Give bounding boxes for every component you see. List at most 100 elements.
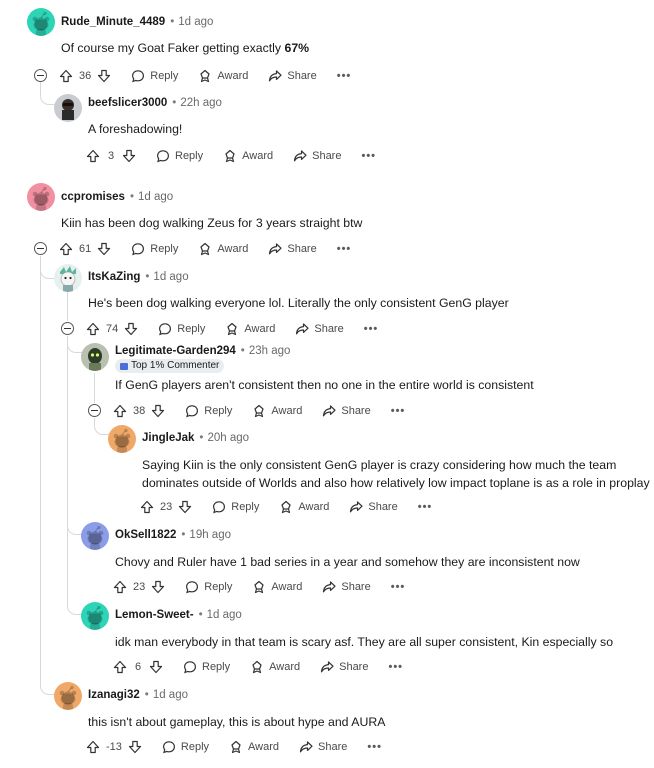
more-options-button[interactable]: •••	[361, 150, 376, 162]
upvote-icon[interactable]	[113, 404, 127, 418]
avatar[interactable]	[54, 94, 82, 122]
more-options-button[interactable]: •••	[391, 581, 406, 593]
avatar[interactable]	[27, 8, 55, 36]
timestamp[interactable]: 19h ago	[189, 529, 231, 541]
reply-button[interactable]: Reply	[185, 580, 232, 594]
avatar[interactable]	[54, 682, 82, 710]
award-icon	[198, 69, 212, 83]
comment-body: Of course my Goat Faker getting exactly …	[61, 40, 309, 58]
avatar[interactable]	[81, 522, 109, 550]
comment-meta: Legitimate-Garden294 • 23h ago	[115, 343, 290, 359]
comment-body: idk man everybody in that team is scary …	[115, 634, 613, 652]
reply-button[interactable]: Reply	[183, 660, 230, 674]
award-button[interactable]: Award	[198, 69, 248, 83]
downvote-icon[interactable]	[149, 660, 163, 674]
more-options-button[interactable]: •••	[367, 741, 382, 753]
username[interactable]: Lemon-Sweet-	[115, 609, 194, 621]
share-button[interactable]: Share	[299, 740, 347, 754]
comment-text: Kiin has been dog walking Zeus for 3 yea…	[61, 216, 363, 230]
collapse-button[interactable]	[34, 69, 47, 82]
username[interactable]: ItsKaZing	[88, 271, 140, 283]
avatar[interactable]	[54, 264, 82, 292]
vote-count: 61	[79, 243, 92, 255]
timestamp[interactable]: 1d ago	[178, 16, 213, 28]
thread-connector	[40, 92, 55, 105]
award-button[interactable]: Award	[279, 500, 329, 514]
reply-button[interactable]: Reply	[158, 322, 205, 336]
thread-connector	[67, 602, 82, 615]
share-button[interactable]: Share	[268, 242, 317, 256]
reply-button[interactable]: Reply	[162, 740, 209, 754]
upvote-icon[interactable]	[113, 660, 127, 674]
collapse-button[interactable]	[88, 404, 101, 417]
timestamp[interactable]: 1d ago	[153, 271, 188, 283]
avatar[interactable]	[108, 425, 136, 453]
timestamp[interactable]: 22h ago	[180, 97, 222, 109]
share-button[interactable]: Share	[349, 500, 398, 514]
username[interactable]: Rude_Minute_4489	[61, 16, 165, 28]
upvote-icon[interactable]	[86, 740, 100, 754]
downvote-icon[interactable]	[128, 740, 142, 754]
separator-dot: •	[181, 529, 186, 541]
award-button[interactable]: Award	[223, 149, 273, 163]
downvote-icon[interactable]	[122, 149, 136, 163]
more-options-button[interactable]: •••	[388, 661, 403, 673]
share-button[interactable]: Share	[322, 580, 371, 594]
more-options-button[interactable]: •••	[337, 70, 352, 82]
upvote-icon[interactable]	[86, 149, 100, 163]
award-button[interactable]: Award	[252, 580, 302, 594]
username[interactable]: beefslicer3000	[88, 97, 167, 109]
timestamp[interactable]: 1d ago	[138, 191, 173, 203]
downvote-icon[interactable]	[178, 500, 192, 514]
more-options-button[interactable]: •••	[418, 501, 433, 513]
reply-button[interactable]: Reply	[131, 69, 178, 83]
share-button[interactable]: Share	[295, 322, 344, 336]
timestamp[interactable]: 1d ago	[153, 689, 188, 701]
timestamp[interactable]: 1d ago	[207, 609, 242, 621]
timestamp[interactable]: 23h ago	[249, 345, 291, 357]
share-button[interactable]: Share	[293, 149, 341, 163]
avatar[interactable]	[81, 343, 109, 371]
downvote-icon[interactable]	[97, 69, 111, 83]
avatar[interactable]	[27, 183, 55, 211]
vote-count: -13	[106, 741, 122, 753]
username[interactable]: Legitimate-Garden294	[115, 345, 236, 357]
award-button[interactable]: Award	[229, 740, 279, 754]
collapse-button[interactable]	[34, 242, 47, 255]
upvote-icon[interactable]	[59, 69, 73, 83]
avatar[interactable]	[81, 602, 109, 630]
reply-button[interactable]: Reply	[185, 404, 232, 418]
reply-button[interactable]: Reply	[131, 242, 178, 256]
comment-body: this isn't about gameplay, this is about…	[88, 714, 385, 732]
upvote-icon[interactable]	[113, 580, 127, 594]
more-options-button[interactable]: •••	[391, 405, 406, 417]
downvote-icon[interactable]	[151, 404, 165, 418]
username[interactable]: ccpromises	[61, 191, 125, 203]
more-options-button[interactable]: •••	[364, 323, 379, 335]
downvote-icon[interactable]	[124, 322, 138, 336]
thread-connector	[40, 266, 55, 279]
share-icon	[349, 500, 363, 514]
downvote-icon[interactable]	[151, 580, 165, 594]
award-button[interactable]: Award	[250, 660, 300, 674]
reply-button[interactable]: Reply	[212, 500, 259, 514]
collapse-button[interactable]	[61, 322, 74, 335]
award-button[interactable]: Award	[198, 242, 248, 256]
upvote-icon[interactable]	[59, 242, 73, 256]
share-button[interactable]: Share	[320, 660, 368, 674]
upvote-icon[interactable]	[140, 500, 154, 514]
comment-meta: JingleJak • 20h ago	[142, 430, 249, 446]
share-button[interactable]: Share	[268, 69, 317, 83]
username[interactable]: OkSell1822	[115, 529, 176, 541]
reply-button[interactable]: Reply	[156, 149, 203, 163]
thread-line	[67, 336, 68, 606]
award-button[interactable]: Award	[252, 404, 302, 418]
username[interactable]: JingleJak	[142, 432, 194, 444]
username[interactable]: Izanagi32	[88, 689, 140, 701]
award-button[interactable]: Award	[225, 322, 275, 336]
downvote-icon[interactable]	[97, 242, 111, 256]
upvote-icon[interactable]	[86, 322, 100, 336]
timestamp[interactable]: 20h ago	[207, 432, 249, 444]
more-options-button[interactable]: •••	[337, 243, 352, 255]
share-button[interactable]: Share	[322, 404, 371, 418]
